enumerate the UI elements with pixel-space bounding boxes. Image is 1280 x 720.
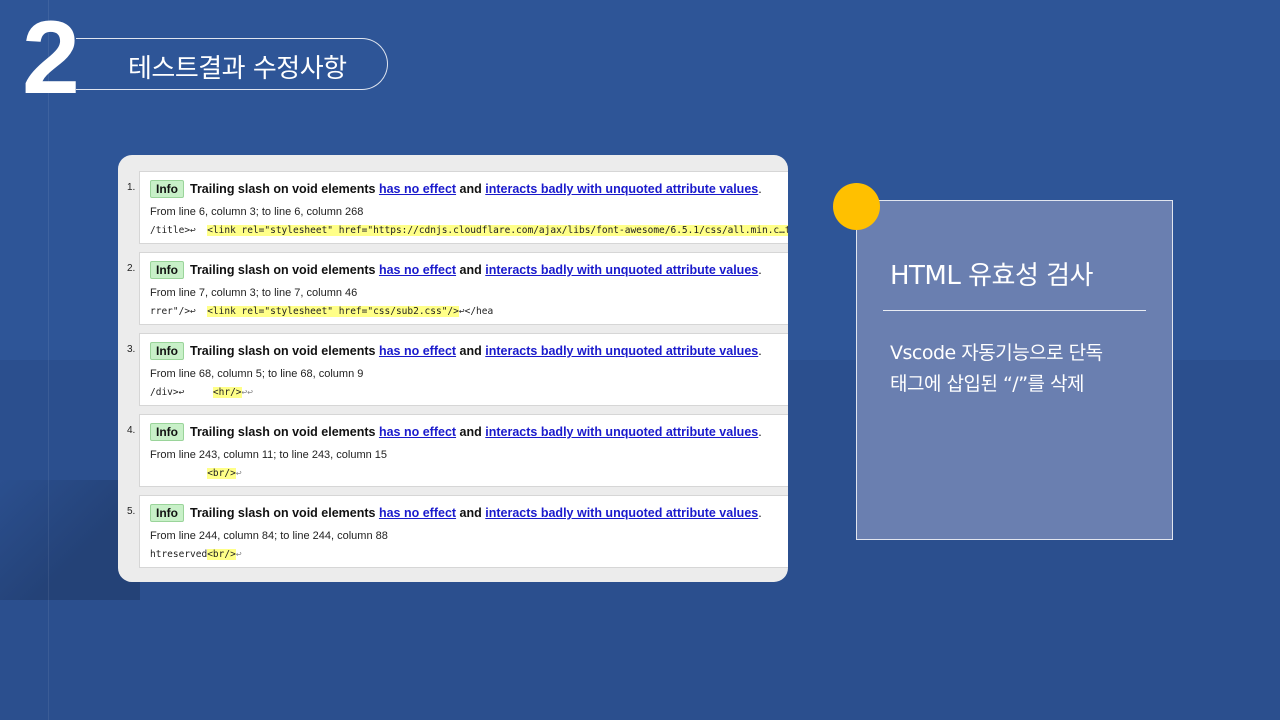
info-badge: Info bbox=[150, 342, 184, 360]
message-line: Info Trailing slash on void elements has … bbox=[150, 504, 762, 522]
message-text: Trailing slash on void elements bbox=[190, 182, 376, 196]
entry-index: 4. bbox=[127, 425, 136, 436]
period: . bbox=[758, 344, 762, 358]
code-before: htreserved bbox=[150, 549, 208, 560]
message-text: Trailing slash on void elements bbox=[190, 263, 376, 277]
period: . bbox=[758, 182, 762, 196]
location-text: From line 243, column 11; to line 243, c… bbox=[150, 449, 388, 461]
info-badge: Info bbox=[150, 423, 184, 441]
code-highlight: <link rel="stylesheet" href="css/sub2.cs… bbox=[207, 306, 459, 317]
conjunction-text: and bbox=[459, 263, 482, 277]
code-highlight: <link rel="stylesheet" href="https://cdn… bbox=[207, 225, 788, 236]
panel-body-line-1: Vscode 자동기능으로 단독 bbox=[890, 342, 1103, 364]
interacts-badly-link[interactable]: interacts badly with unquoted attribute … bbox=[485, 263, 758, 277]
message-text: Trailing slash on void elements bbox=[190, 425, 376, 439]
code-highlight: <br/> bbox=[207, 549, 236, 560]
message-line: Info Trailing slash on void elements has … bbox=[150, 180, 762, 198]
accent-dot-icon bbox=[833, 183, 880, 230]
code-before: rrer"/>↩ bbox=[150, 306, 208, 317]
panel-body-line-2: 태그에 삽입된 “/”를 삭제 bbox=[890, 373, 1085, 395]
interacts-badly-link[interactable]: interacts badly with unquoted attribute … bbox=[485, 425, 758, 439]
interacts-badly-link[interactable]: interacts badly with unquoted attribute … bbox=[485, 506, 758, 520]
entry-index: 3. bbox=[127, 344, 136, 355]
interacts-badly-link[interactable]: interacts badly with unquoted attribute … bbox=[485, 182, 758, 196]
entry-index: 2. bbox=[127, 263, 136, 274]
code-highlight: <hr/> bbox=[212, 387, 242, 398]
code-extract: /div>↩ <hr/>↩↩ bbox=[150, 387, 253, 398]
panel-divider bbox=[883, 310, 1146, 311]
code-after: ↩↩ bbox=[241, 387, 253, 398]
panel-title: HTML 유효성 검사 bbox=[890, 261, 1093, 291]
has-no-effect-link[interactable]: has no effect bbox=[379, 425, 456, 439]
message-line: Info Trailing slash on void elements has … bbox=[150, 261, 762, 279]
has-no-effect-link[interactable]: has no effect bbox=[379, 344, 456, 358]
entry-box: Info Trailing slash on void elements has … bbox=[139, 333, 788, 406]
message-line: Info Trailing slash on void elements has … bbox=[150, 342, 762, 360]
location-text: From line 68, column 5; to line 68, colu… bbox=[150, 368, 364, 380]
message-text: Trailing slash on void elements bbox=[190, 506, 376, 520]
has-no-effect-link[interactable]: has no effect bbox=[379, 263, 456, 277]
code-before bbox=[150, 468, 207, 479]
code-after: ↩ bbox=[235, 468, 242, 479]
conjunction-text: and bbox=[459, 182, 482, 196]
result-entry: 4. Info Trailing slash on void elements h… bbox=[118, 398, 788, 487]
period: . bbox=[758, 425, 762, 439]
result-entry: 1. Info Trailing slash on void elements h… bbox=[118, 155, 788, 244]
period: . bbox=[758, 506, 762, 520]
has-no-effect-link[interactable]: has no effect bbox=[379, 506, 456, 520]
code-before: /title>↩ bbox=[150, 225, 208, 236]
code-before: /div>↩ bbox=[150, 387, 213, 398]
conjunction-text: and bbox=[459, 506, 482, 520]
entry-box: Info Trailing slash on void elements has … bbox=[139, 171, 788, 244]
entry-box: Info Trailing slash on void elements has … bbox=[139, 495, 788, 568]
result-entry: 2. Info Trailing slash on void elements h… bbox=[118, 236, 788, 325]
code-extract: /title>↩ <link rel="stylesheet" href="ht… bbox=[150, 225, 788, 236]
code-highlight: <br/> bbox=[207, 468, 236, 479]
period: . bbox=[758, 263, 762, 277]
code-after: ↩</hea bbox=[458, 306, 494, 317]
info-badge: Info bbox=[150, 504, 184, 522]
validator-results-card: 1. Info Trailing slash on void elements h… bbox=[118, 155, 788, 582]
code-extract: <br/>↩ bbox=[150, 468, 242, 479]
entry-index: 5. bbox=[127, 506, 136, 517]
location-text: From line 6, column 3; to line 6, column… bbox=[150, 206, 364, 218]
code-extract: rrer"/>↩ <link rel="stylesheet" href="cs… bbox=[150, 306, 493, 317]
code-after: ↩ bbox=[235, 549, 242, 560]
info-badge: Info bbox=[150, 180, 184, 198]
location-text: From line 7, column 3; to line 7, column… bbox=[150, 287, 358, 299]
conjunction-text: and bbox=[459, 425, 482, 439]
entry-box: Info Trailing slash on void elements has … bbox=[139, 252, 788, 325]
entry-box: Info Trailing slash on void elements has … bbox=[139, 414, 788, 487]
location-text: From line 244, column 84; to line 244, c… bbox=[150, 530, 388, 542]
info-badge: Info bbox=[150, 261, 184, 279]
message-line: Info Trailing slash on void elements has … bbox=[150, 423, 762, 441]
has-no-effect-link[interactable]: has no effect bbox=[379, 182, 456, 196]
section-title: 테스트결과 수정사항 bbox=[128, 54, 347, 84]
entry-index: 1. bbox=[127, 182, 136, 193]
interacts-badly-link[interactable]: interacts badly with unquoted attribute … bbox=[485, 344, 758, 358]
result-entry: 3. Info Trailing slash on void elements h… bbox=[118, 317, 788, 406]
result-entry: 5. Info Trailing slash on void elements h… bbox=[118, 479, 788, 568]
code-extract: htreserved<br/>↩ bbox=[150, 549, 242, 560]
panel-body: Vscode 자동기능으로 단독 태그에 삽입된 “/”를 삭제 bbox=[890, 338, 1150, 400]
section-number: 2 bbox=[22, 0, 80, 116]
message-text: Trailing slash on void elements bbox=[190, 344, 376, 358]
conjunction-text: and bbox=[459, 344, 482, 358]
